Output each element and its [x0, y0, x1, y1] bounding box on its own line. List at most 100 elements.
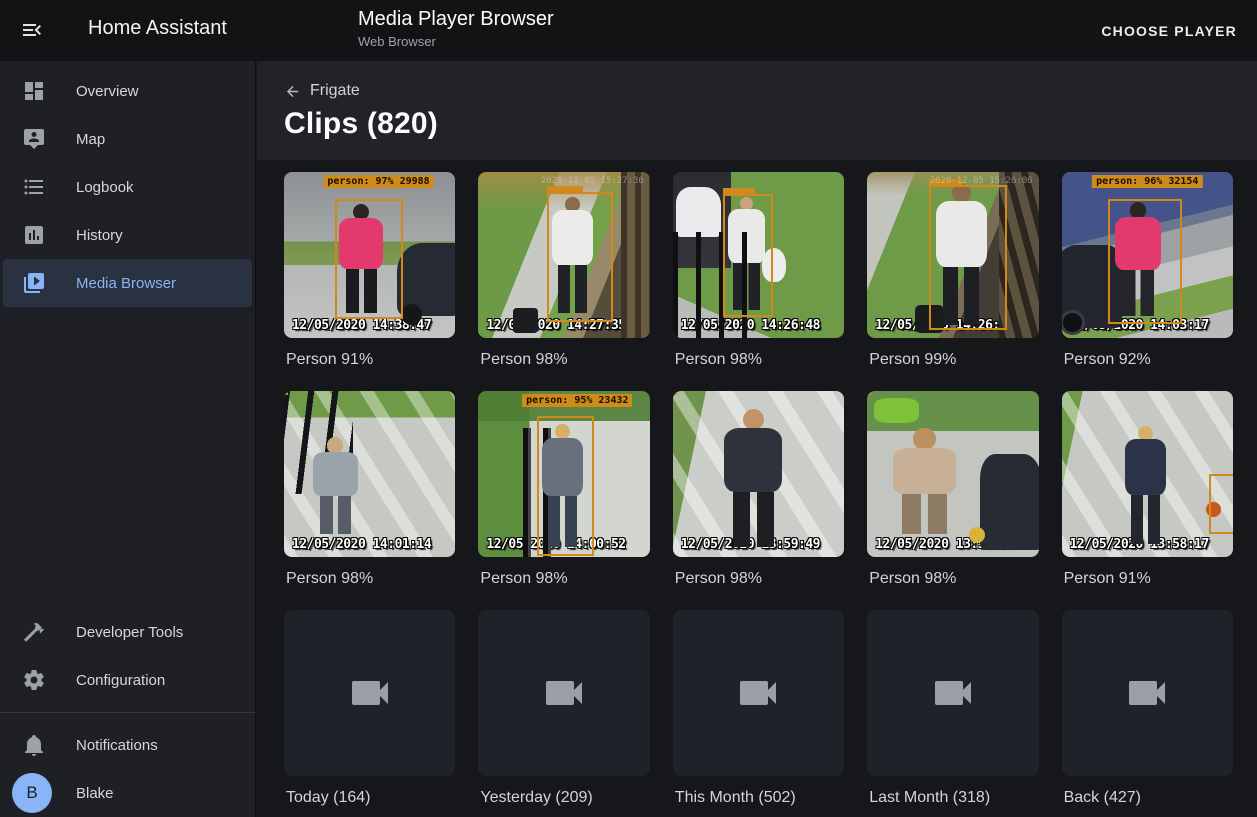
folder-cell: Yesterday (209)	[478, 610, 649, 817]
detection-bounding-box	[537, 416, 594, 556]
clip-card[interactable]: 12/05/2020 14:01:14	[284, 391, 455, 557]
detection-bounding-box	[867, 391, 871, 395]
clip-card[interactable]: person: 96% 3215412/05/2020 14:03:17	[1062, 172, 1233, 338]
person-silhouette	[1125, 426, 1166, 544]
breadcrumb[interactable]: Frigate	[284, 61, 360, 100]
hammer-icon	[22, 620, 46, 644]
scene-prop	[513, 308, 539, 333]
clip-cell: person: 97% 2998812/05/2020 14:38:47 Pers…	[284, 172, 455, 391]
scene-prop	[676, 187, 721, 237]
clip-label: Person 92%	[1064, 351, 1233, 369]
camera-timestamp-overlay: 2020-12-05 15:27:36	[541, 176, 644, 186]
person-legs	[1131, 495, 1160, 544]
folder-cell: Back (427)	[1062, 610, 1233, 817]
sidebar-item-history[interactable]: History	[0, 211, 255, 259]
clip-card[interactable]: 2020-12-05 15:26:0612/05/2020 14:26:07	[867, 172, 1038, 338]
sidebar-item-label: Developer Tools	[76, 624, 183, 641]
detection-bounding-box	[673, 391, 677, 395]
person-legs	[320, 496, 351, 534]
folder-card[interactable]	[1062, 610, 1233, 776]
clip-card[interactable]: 12/05/2020 14:26:48	[673, 172, 844, 338]
video-camera-icon	[540, 669, 588, 717]
sidebar-item-user-profile[interactable]: B Blake	[0, 769, 255, 817]
clip-card[interactable]: 12/05/2020 13:58:17	[1062, 391, 1233, 557]
video-camera-icon	[929, 669, 977, 717]
clip-card[interactable]: 12/05/2020 13:59:49	[673, 391, 844, 557]
clip-cell: 12/05/2020 13:58:30 Person 98%	[867, 391, 1038, 610]
detection-tag: person: 97% 29988	[323, 175, 433, 188]
clip-timestamp-overlay: 12/05/2020 14:01:14	[292, 537, 431, 552]
sidebar-divider	[0, 712, 255, 713]
choose-player-button[interactable]: CHOOSE PLAYER	[1093, 15, 1245, 47]
folder-cell: This Month (502)	[673, 610, 844, 817]
clip-cell: 2020-12-05 15:27:3612/05/2020 14:27:35 Pe…	[478, 172, 649, 391]
clip-label: Person 98%	[675, 351, 844, 369]
sidebar-item-notifications[interactable]: Notifications	[0, 721, 255, 769]
folder-cell: Today (164)	[284, 610, 455, 817]
clip-cell: person: 96% 3215412/05/2020 14:03:17 Pers…	[1062, 172, 1233, 391]
scene-prop	[980, 454, 1038, 550]
user-name: Blake	[76, 785, 114, 802]
chart-box-icon	[22, 223, 46, 247]
media-browser-content: Frigate Clips (820) person: 97% 2998812/…	[257, 61, 1257, 817]
bell-icon	[22, 733, 46, 757]
clip-label: Person 91%	[286, 351, 455, 369]
detection-bounding-box	[723, 194, 773, 318]
folder-card[interactable]	[284, 610, 455, 776]
sidebar-item-map[interactable]: Map	[0, 115, 255, 163]
video-camera-icon	[1123, 669, 1171, 717]
clip-card[interactable]: person: 97% 2998812/05/2020 14:38:47	[284, 172, 455, 338]
detection-bounding-box	[547, 192, 613, 322]
person-legs	[902, 494, 946, 534]
folder-label: Yesterday (209)	[480, 789, 649, 807]
sidebar-toggle-button[interactable]	[20, 18, 44, 42]
detection-bounding-box	[1108, 199, 1182, 324]
clip-card[interactable]: 2020-12-05 15:27:3612/05/2020 14:27:35	[478, 172, 649, 338]
sidebar-item-configuration[interactable]: Configuration	[0, 656, 255, 704]
sidebar-item-developer-tools[interactable]: Developer Tools	[0, 608, 255, 656]
clip-card[interactable]: person: 95% 2343212/05/2020 14:00:52	[478, 391, 649, 557]
clip-cell: 12/05/2020 13:58:17 Person 91%	[1062, 391, 1233, 610]
clip-label: Person 98%	[869, 570, 1038, 588]
gear-icon	[22, 668, 46, 692]
folder-card[interactable]	[673, 610, 844, 776]
clip-label: Person 98%	[480, 351, 649, 369]
person-silhouette	[724, 409, 782, 547]
clip-label: Person 98%	[675, 570, 844, 588]
person-torso	[724, 428, 782, 491]
person-torso	[313, 452, 358, 496]
top-app-bar: Home Assistant Media Player Browser Web …	[0, 0, 1257, 61]
folder-card[interactable]	[867, 610, 1038, 776]
clip-label: Person 98%	[480, 570, 649, 588]
sidebar-item-label: Notifications	[76, 737, 158, 754]
sidebar-spacer	[0, 307, 255, 608]
sidebar-item-media-browser[interactable]: Media Browser	[3, 259, 252, 307]
person-head	[327, 437, 343, 453]
clip-card[interactable]: 12/05/2020 13:58:30	[867, 391, 1038, 557]
clip-label: Person 91%	[1064, 570, 1233, 588]
person-silhouette	[893, 428, 956, 534]
clip-cell: 2020-12-05 15:26:0612/05/2020 14:26:07Pe…	[867, 172, 1038, 391]
sidebar-item-logbook[interactable]: Logbook	[0, 163, 255, 211]
clip-cell: 12/05/2020 14:01:14 Person 98%	[284, 391, 455, 610]
folder-label: Today (164)	[286, 789, 455, 807]
sidebar-item-label: Configuration	[76, 672, 165, 689]
person-torso	[1125, 439, 1166, 495]
map-account-icon	[22, 127, 46, 151]
sidebar-item-label: History	[76, 227, 123, 244]
detection-bounding-box	[929, 185, 1007, 330]
folder-card[interactable]	[478, 610, 649, 776]
arrow-left-icon	[284, 83, 301, 100]
sidebar-item-overview[interactable]: Overview	[0, 67, 255, 115]
page-header-title: Media Player Browser	[358, 9, 554, 29]
person-legs	[733, 492, 774, 547]
folder-label: Back (427)	[1064, 789, 1233, 807]
user-avatar: B	[12, 773, 52, 813]
clip-label: Person 98%	[286, 570, 455, 588]
detection-bounding-box	[1209, 474, 1233, 534]
sidebar-item-label: Map	[76, 131, 105, 148]
breadcrumb-label: Frigate	[310, 82, 360, 100]
sidebar-item-label: Media Browser	[76, 275, 176, 292]
person-silhouette	[313, 437, 358, 533]
folder-label: Last Month (318)	[869, 789, 1038, 807]
